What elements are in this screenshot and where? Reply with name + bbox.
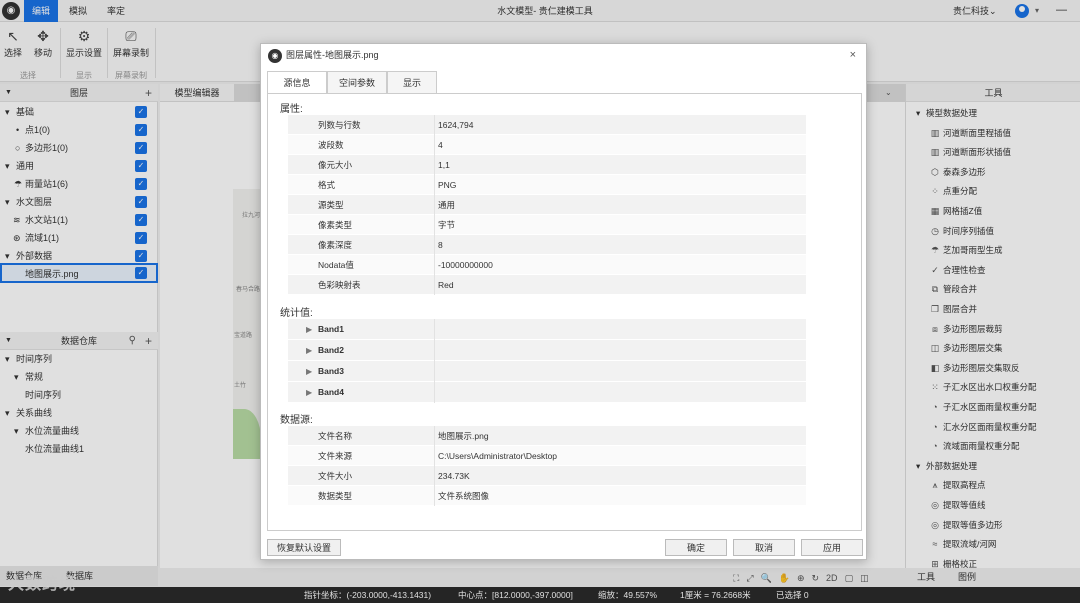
source-row: 文件名称 地图展示.png	[288, 426, 806, 446]
source-row: 数据类型 文件系统图像	[288, 486, 806, 506]
source-row: 文件来源 C:\Users\Administrator\Desktop	[288, 446, 806, 466]
section-title-statistics: 统计值:	[280, 308, 313, 319]
property-key: 像元大小	[318, 160, 353, 170]
source-key: 数据类型	[318, 491, 353, 501]
app-logo-icon: ◉	[268, 49, 282, 63]
close-icon[interactable]: ×	[850, 44, 856, 66]
dialog-title: 图层属性-地图展示.png	[286, 50, 379, 60]
column-divider	[434, 135, 435, 155]
column-divider	[434, 175, 435, 195]
property-value: 4	[438, 140, 443, 150]
property-row: 列数与行数 1624,794	[288, 115, 806, 135]
property-row: 像元大小 1,1	[288, 155, 806, 175]
expand-triangle-icon[interactable]: ▶	[306, 340, 312, 361]
property-key: 格式	[318, 180, 336, 190]
property-key: Nodata值	[318, 260, 354, 270]
apply-button[interactable]: 应用	[801, 539, 863, 556]
column-divider	[434, 446, 435, 466]
property-row: 像素深度 8	[288, 235, 806, 255]
property-row: 源类型 通用	[288, 195, 806, 215]
property-row: Nodata值 -10000000000	[288, 255, 806, 275]
column-divider	[434, 319, 435, 340]
property-row: 色彩映射表 Red	[288, 275, 806, 295]
source-row: 文件大小 234.73K	[288, 466, 806, 486]
tab-source-info[interactable]: 源信息	[267, 71, 327, 94]
column-divider	[434, 426, 435, 446]
property-value: 字节	[438, 220, 456, 230]
property-key: 波段数	[318, 140, 344, 150]
column-divider	[434, 255, 435, 275]
source-info-panel: 属性: 列数与行数 1624,794 波段数 4 像元大小 1,1 格式 PNG…	[267, 93, 862, 531]
property-value: 通用	[438, 200, 456, 210]
property-key: 色彩映射表	[318, 280, 361, 290]
property-row: 像素类型 字节	[288, 215, 806, 235]
source-value: 地图展示.png	[438, 431, 489, 441]
section-title-attributes: 属性:	[280, 104, 303, 115]
source-value: 234.73K	[438, 471, 470, 481]
column-divider	[434, 275, 435, 295]
cancel-button[interactable]: 取消	[733, 539, 795, 556]
source-value: C:\Users\Administrator\Desktop	[438, 451, 558, 461]
column-divider	[434, 340, 435, 361]
expand-triangle-icon[interactable]: ▶	[306, 361, 312, 382]
column-divider	[434, 486, 435, 506]
source-key: 文件名称	[318, 431, 353, 441]
layer-properties-dialog: ◉ 图层属性-地图展示.png × 源信息 空间参数 显示 属性: 列数与行数 …	[260, 43, 867, 560]
property-value: PNG	[438, 180, 457, 190]
expand-triangle-icon[interactable]: ▶	[306, 319, 312, 340]
property-row: 格式 PNG	[288, 175, 806, 195]
column-divider	[434, 215, 435, 235]
property-value: -10000000000	[438, 260, 493, 270]
source-key: 文件来源	[318, 451, 353, 461]
band-row[interactable]: ▶ Band3	[288, 361, 806, 382]
property-value: 1,1	[438, 160, 450, 170]
column-divider	[434, 361, 435, 382]
expand-triangle-icon[interactable]: ▶	[306, 382, 312, 403]
tab-spatial-params[interactable]: 空间参数	[327, 71, 387, 93]
column-divider	[434, 382, 435, 403]
reset-defaults-button[interactable]: 恢复默认设置	[267, 539, 341, 556]
tab-display[interactable]: 显示	[387, 71, 437, 93]
band-row[interactable]: ▶ Band1	[288, 319, 806, 340]
ok-button[interactable]: 确定	[665, 539, 727, 556]
band-row[interactable]: ▶ Band2	[288, 340, 806, 361]
column-divider	[434, 195, 435, 215]
band-row[interactable]: ▶ Band4	[288, 382, 806, 403]
column-divider	[434, 235, 435, 255]
band-label: Band1	[318, 324, 344, 334]
section-title-source: 数据源:	[280, 415, 313, 426]
column-divider	[434, 115, 435, 135]
property-key: 源类型	[318, 200, 344, 210]
property-key: 像素深度	[318, 240, 353, 250]
source-value: 文件系统图像	[438, 491, 490, 501]
property-key: 像素类型	[318, 220, 353, 230]
property-row: 波段数 4	[288, 135, 806, 155]
column-divider	[434, 155, 435, 175]
property-value: Red	[438, 280, 454, 290]
property-value: 1624,794	[438, 120, 474, 130]
property-value: 8	[438, 240, 443, 250]
band-label: Band4	[318, 387, 344, 397]
band-label: Band3	[318, 366, 344, 376]
source-key: 文件大小	[318, 471, 353, 481]
column-divider	[434, 466, 435, 486]
band-label: Band2	[318, 345, 344, 355]
property-key: 列数与行数	[318, 120, 361, 130]
